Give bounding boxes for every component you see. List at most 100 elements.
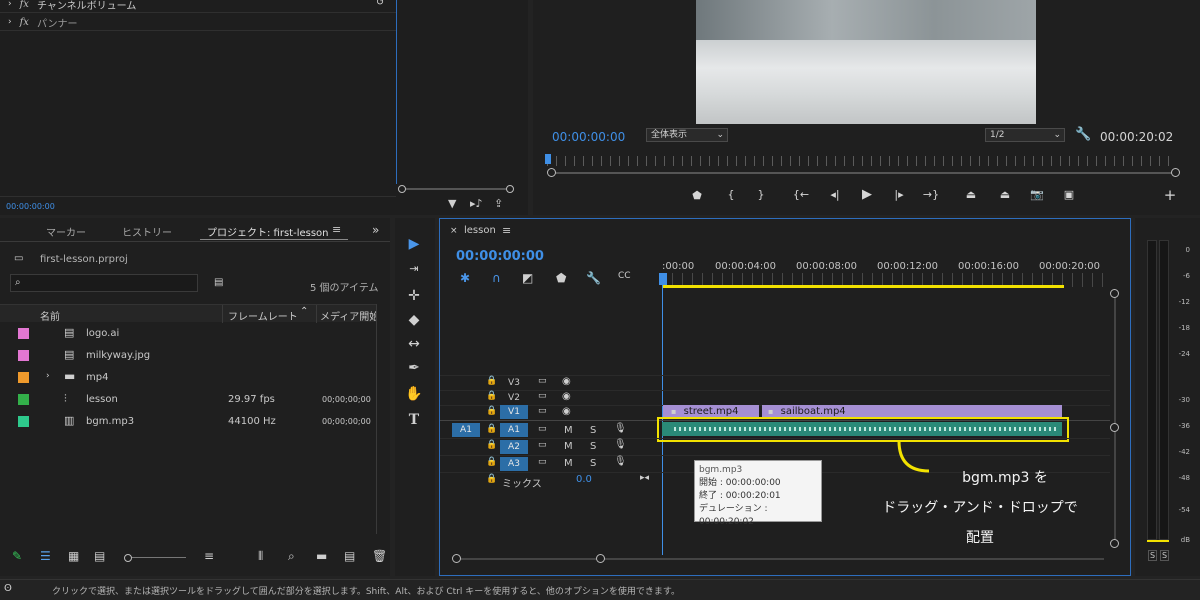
hand-tool-icon[interactable]: ✋ [403, 386, 425, 402]
type-tool-icon[interactable]: T [403, 412, 425, 428]
find-icon[interactable]: ⌕ [288, 550, 295, 562]
solo-button[interactable]: S [590, 425, 596, 436]
play-audio-icon[interactable]: ▸♪ [470, 198, 483, 209]
resolution-select[interactable]: 1/2 ⌄ [985, 128, 1065, 142]
label-color[interactable] [18, 328, 29, 339]
microphone-icon[interactable]: 🎙 [614, 424, 627, 434]
solo-button[interactable]: S [590, 441, 596, 452]
go-to-in-button[interactable]: {← [791, 188, 811, 201]
close-icon[interactable]: × [450, 227, 458, 236]
captions-icon[interactable]: CC [618, 272, 631, 281]
lift-button[interactable]: ⏏ [961, 188, 981, 201]
trash-icon[interactable]: 🗑 [372, 550, 387, 562]
sync-lock-icon[interactable]: ▭ [538, 392, 547, 401]
sync-lock-icon[interactable]: ▭ [538, 458, 547, 467]
lock-icon[interactable]: 🔒 [486, 475, 497, 484]
source-patch-a1[interactable]: A1 [452, 423, 480, 437]
track-select-tool-icon[interactable]: ⇥ [403, 262, 425, 275]
filter-icon[interactable]: ▼ [448, 198, 456, 209]
add-marker-icon[interactable]: ⬟ [556, 272, 566, 284]
chevron-right-icon[interactable]: › [8, 0, 12, 9]
eye-icon[interactable]: ◉ [562, 377, 571, 387]
list-item[interactable]: ▤ logo.ai [0, 323, 376, 345]
step-forward-button[interactable]: |▸ [889, 188, 909, 201]
track-v1[interactable]: V1 [500, 405, 528, 419]
new-item-icon[interactable]: ▤ [344, 550, 355, 562]
go-to-out-button[interactable]: →} [921, 188, 941, 201]
zoom-slider[interactable] [124, 554, 186, 562]
mute-button[interactable]: M [564, 458, 573, 469]
eye-icon[interactable]: ◉ [562, 407, 571, 417]
track-a2[interactable]: A2 [500, 440, 528, 454]
tab-markers[interactable]: マーカー [46, 224, 86, 239]
pencil-icon[interactable]: ✎ [12, 550, 22, 562]
list-item[interactable]: ▤ milkyway.jpg [0, 345, 376, 367]
lock-icon[interactable]: 🔒 [486, 458, 497, 467]
step-back-button[interactable]: ◂| [825, 188, 845, 201]
effect-row-channel-volume[interactable]: › fx チャンネルボリューム [8, 0, 136, 12]
pen-tool-icon[interactable]: ✒ [403, 360, 425, 376]
effect-row-panner[interactable]: › fx パンナー [8, 14, 77, 30]
automate-icon[interactable]: ⦀ [258, 550, 263, 562]
add-marker-button[interactable]: ⬟ [687, 189, 707, 202]
mark-in-button[interactable]: { [721, 188, 741, 201]
go-to-end-icon[interactable]: ▸◂ [640, 474, 649, 483]
icon-view-icon[interactable]: ▦ [68, 550, 79, 562]
program-scrollbar[interactable] [547, 168, 1183, 178]
column-frame-rate[interactable]: フレームレート [228, 308, 298, 323]
eye-icon[interactable]: ◉ [562, 392, 571, 402]
mix-value[interactable]: 0.0 [576, 474, 592, 485]
sync-lock-icon[interactable]: ▭ [538, 441, 547, 450]
microphone-icon[interactable]: 🎙 [614, 440, 627, 450]
camera-icon[interactable]: 📷 [1027, 188, 1047, 201]
label-color[interactable] [18, 394, 29, 405]
column-media-start[interactable]: メディア開始 [320, 308, 376, 323]
panel-menu-icon[interactable]: ≡ [332, 223, 341, 236]
track-v2[interactable]: V2 [500, 391, 528, 405]
horizontal-scrollbar[interactable] [452, 554, 1108, 564]
tab-lesson[interactable]: lesson [464, 225, 496, 236]
mark-out-button[interactable]: } [751, 188, 771, 201]
program-playhead[interactable] [545, 154, 551, 164]
selection-tool-icon[interactable]: ▶ [403, 236, 425, 252]
ripple-edit-tool-icon[interactable]: ✛ [403, 288, 425, 304]
lock-icon[interactable]: 🔒 [486, 441, 497, 450]
lock-icon[interactable]: 🔒 [486, 425, 497, 434]
linked-selection-icon[interactable]: ◩ [522, 272, 533, 284]
sync-lock-icon[interactable]: ▭ [538, 425, 547, 434]
search-input[interactable]: ⌕ [10, 274, 198, 292]
slip-tool-icon[interactable]: ↔ [403, 336, 425, 352]
chevron-up-icon[interactable]: ⌃ [300, 307, 308, 317]
tab-history[interactable]: ヒストリー [122, 224, 172, 239]
zoom-select[interactable]: 全体表示 ⌄ [646, 128, 728, 142]
solo-button[interactable]: S [590, 458, 596, 469]
list-view-icon[interactable]: ☰ [40, 550, 51, 562]
play-button[interactable]: ▶ [857, 187, 877, 202]
wrench-icon[interactable]: 🔧 [586, 272, 601, 284]
playhead[interactable] [659, 273, 667, 285]
label-color[interactable] [18, 350, 29, 361]
snap-icon[interactable]: ∩ [492, 272, 501, 284]
mute-button[interactable]: M [564, 425, 573, 436]
mute-button[interactable]: M [564, 441, 573, 452]
list-item[interactable]: › ▬ mp4 [0, 367, 376, 389]
program-timecode-in[interactable]: 00:00:00:00 [552, 130, 625, 144]
list-item[interactable]: ⫶ lesson 29.97 fps 00;00;00;00 [0, 389, 376, 411]
freeform-view-icon[interactable]: ▤ [94, 550, 105, 562]
lock-icon[interactable]: 🔒 [486, 377, 497, 386]
extract-button[interactable]: ⏏ [995, 188, 1015, 201]
lock-icon[interactable]: 🔒 [486, 392, 497, 401]
timeline-timecode[interactable]: 00:00:00:00 [456, 249, 544, 264]
label-color[interactable] [18, 416, 29, 427]
lock-icon[interactable]: 🔒 [486, 407, 497, 416]
microphone-icon[interactable]: 🎙 [614, 457, 627, 467]
column-name[interactable]: 名前 [40, 308, 60, 323]
track-v3[interactable]: V3 [500, 376, 528, 390]
new-search-bin-icon[interactable]: ▤ [214, 278, 223, 288]
sync-lock-icon[interactable]: ▭ [538, 377, 547, 386]
comparison-view-button[interactable]: ▣ [1059, 188, 1079, 201]
list-item[interactable]: ▥ bgm.mp3 44100 Hz 00;00;00;00 [0, 411, 376, 433]
nest-icon[interactable]: ✱ [460, 272, 470, 284]
track-a1[interactable]: A1 [500, 423, 528, 437]
sync-lock-icon[interactable]: ▭ [538, 407, 547, 416]
